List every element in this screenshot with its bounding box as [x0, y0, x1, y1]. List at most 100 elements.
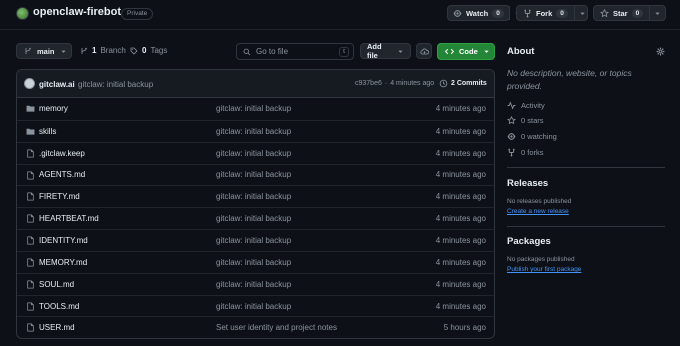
file-commit-time: 5 hours ago: [443, 323, 486, 333]
code-icon: [445, 47, 454, 56]
file-commit-time: 4 minutes ago: [435, 279, 486, 289]
about-settings-button[interactable]: [656, 47, 665, 56]
file-name[interactable]: skills: [39, 127, 56, 136]
file-name[interactable]: memory: [39, 104, 68, 113]
fork-count: 0: [556, 8, 568, 18]
commit-author-avatar[interactable]: [24, 78, 35, 89]
file-row[interactable]: .gitclaw.keep gitclaw: initial backup 4 mi…: [17, 141, 494, 164]
branches-link[interactable]: 1 Branch: [80, 46, 126, 55]
commit-message[interactable]: gitclaw: initial backup: [78, 80, 153, 89]
eye-icon: [507, 132, 516, 141]
file-commit-message[interactable]: gitclaw: initial backup: [216, 302, 291, 311]
file-commit-message[interactable]: gitclaw: initial backup: [216, 127, 291, 136]
star-main[interactable]: Star 0: [594, 6, 649, 20]
repo-name[interactable]: openclaw-firebot: [33, 6, 121, 18]
shortcut-key: t: [339, 47, 349, 57]
chevron-down-icon: [60, 48, 67, 55]
file-row[interactable]: HEARTBEAT.md gitclaw: initial backup 4 min…: [17, 207, 494, 229]
create-release-link[interactable]: Create a new release: [507, 208, 569, 215]
file-commit-message[interactable]: gitclaw: initial backup: [216, 258, 291, 267]
file-row[interactable]: skills gitclaw: initial backup 4 minutes a…: [17, 119, 494, 142]
publish-package-link[interactable]: Publish your first package: [507, 266, 581, 273]
file-name[interactable]: FIRETY.md: [39, 192, 80, 201]
forks-link[interactable]: 0 forks: [507, 148, 544, 157]
file-icon: [26, 236, 35, 245]
file-commit-message[interactable]: gitclaw: initial backup: [216, 236, 291, 245]
fork-button[interactable]: Fork 0: [516, 5, 588, 21]
file-commit-message[interactable]: gitclaw: initial backup: [216, 149, 291, 158]
branch-selector[interactable]: main: [16, 43, 72, 59]
file-name[interactable]: SOUL.md: [39, 280, 74, 289]
file-row[interactable]: MEMORY.md gitclaw: initial backup 4 minute…: [17, 250, 494, 273]
star-icon: [600, 8, 609, 18]
stars-label: 0 stars: [521, 116, 544, 125]
star-icon: [507, 116, 516, 125]
add-file-label: Add file: [367, 42, 382, 60]
file-commit-message[interactable]: gitclaw: initial backup: [216, 192, 291, 201]
stars-link[interactable]: 0 stars: [507, 116, 544, 125]
file-icon: [26, 192, 35, 201]
star-dropdown[interactable]: [649, 6, 665, 20]
code-button[interactable]: Code: [437, 43, 495, 60]
branch-icon: [80, 47, 88, 55]
watch-button[interactable]: Watch 0: [447, 5, 520, 21]
file-commit-time: 4 minutes ago: [435, 126, 486, 136]
commits-link[interactable]: 2 Commits: [439, 79, 487, 88]
star-count: 0: [631, 8, 644, 18]
file-commit-time: 4 minutes ago: [435, 192, 486, 202]
watch-main[interactable]: Watch 0: [448, 6, 509, 20]
add-file-button[interactable]: Add file: [360, 42, 411, 60]
file-name[interactable]: IDENTITY.md: [39, 236, 88, 245]
history-icon: [439, 79, 448, 88]
chevron-down-icon: [579, 10, 586, 17]
file-icon: [26, 302, 35, 311]
file-row[interactable]: AGENTS.md gitclaw: initial backup 4 minute…: [17, 163, 494, 186]
fork-dropdown[interactable]: [573, 6, 590, 20]
folder-icon: [26, 104, 35, 113]
file-commit-message[interactable]: Set user identity and project notes: [216, 323, 337, 332]
file-name[interactable]: .gitclaw.keep: [39, 149, 85, 158]
file-row[interactable]: USER.md Set user identity and project not…: [17, 316, 494, 338]
file-row[interactable]: SOUL.md gitclaw: initial backup 4 minutes …: [17, 272, 494, 295]
releases-heading[interactable]: Releases: [507, 178, 548, 189]
file-name[interactable]: AGENTS.md: [39, 170, 85, 179]
file-name[interactable]: USER.md: [39, 323, 75, 332]
file-row[interactable]: IDENTITY.md gitclaw: initial backup 4 minu…: [17, 229, 494, 251]
star-button[interactable]: Star 0: [593, 5, 666, 21]
tags-label: Tags: [150, 46, 168, 55]
commit-author[interactable]: gitclaw.ai: [39, 80, 75, 89]
commit-time: 4 minutes ago: [390, 80, 435, 87]
packages-heading[interactable]: Packages: [507, 236, 551, 247]
folder-icon: [26, 127, 35, 136]
commit-meta: c937be6 · 4 minutes ago: [355, 80, 434, 87]
activity-label: Activity: [521, 101, 545, 110]
file-row[interactable]: TOOLS.md gitclaw: initial backup 4 minutes…: [17, 294, 494, 317]
file-name[interactable]: HEARTBEAT.md: [39, 214, 99, 223]
releases-empty: No releases published: [507, 198, 572, 205]
file-icon: [26, 323, 35, 332]
fork-icon: [523, 9, 532, 18]
chevron-down-icon: [654, 10, 661, 17]
file-name[interactable]: MEMORY.md: [39, 258, 87, 267]
file-row[interactable]: memory gitclaw: initial backup 4 minutes a…: [17, 98, 494, 120]
activity-link[interactable]: Activity: [507, 101, 545, 110]
watching-link[interactable]: 0 watching: [507, 132, 557, 141]
file-row[interactable]: FIRETY.md gitclaw: initial backup 4 minute…: [17, 185, 494, 207]
fork-main[interactable]: Fork 0: [517, 6, 574, 20]
file-commit-message[interactable]: gitclaw: initial backup: [216, 104, 291, 113]
file-commit-time: 4 minutes ago: [435, 257, 486, 267]
tags-link[interactable]: 0 Tags: [130, 46, 167, 55]
file-name[interactable]: TOOLS.md: [39, 302, 79, 311]
file-commit-message[interactable]: gitclaw: initial backup: [216, 214, 291, 223]
file-commit-time: 4 minutes ago: [435, 235, 486, 245]
go-to-file-input[interactable]: Go to file t: [236, 43, 354, 60]
file-commit-message[interactable]: gitclaw: initial backup: [216, 280, 291, 289]
latest-commit-bar: gitclaw.ai gitclaw: initial backup c937b…: [17, 70, 494, 98]
codespace-sync-button[interactable]: [416, 43, 432, 59]
commit-hash[interactable]: c937be6: [355, 80, 382, 87]
about-heading: About: [507, 46, 535, 57]
repo-avatar[interactable]: [16, 7, 29, 20]
pulse-icon: [507, 101, 516, 110]
sidebar-divider: [507, 167, 665, 168]
file-commit-message[interactable]: gitclaw: initial backup: [216, 170, 291, 179]
